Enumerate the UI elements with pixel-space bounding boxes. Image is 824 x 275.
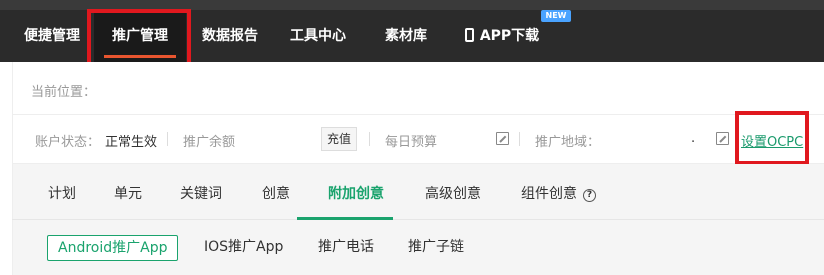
nav-item-material-library[interactable]: 素材库 [370,10,442,62]
new-badge: NEW [541,10,571,22]
tab-keyword[interactable]: 关键词 [180,183,222,217]
tab-creative[interactable]: 创意 [262,183,290,217]
region-label: 推广地域： [535,135,601,150]
nav-item-app-download[interactable]: APP下载 [452,10,552,62]
subtab-phone[interactable]: 推广电话 [318,235,374,261]
tab-unit[interactable]: 单元 [114,183,142,217]
account-status-label: 账户状态： [35,135,101,150]
region-value: . [691,131,696,146]
tab-label: 组件创意 [521,186,577,202]
tab-plan[interactable]: 计划 [48,183,76,217]
breadcrumb: 当前位置： [12,62,824,114]
subtab-android-app[interactable]: Android推广App [47,235,179,261]
edit-budget-icon[interactable] [496,132,509,145]
balance-label: 推广余额 [183,135,236,150]
recharge-button[interactable]: 充值 [321,127,357,151]
nav-item-label: APP下载 [479,28,540,44]
daily-budget-label: 每日预算 [385,135,438,150]
nav-item-tool-center[interactable]: 工具中心 [276,10,360,62]
tab-advanced-creative[interactable]: 高级创意 [425,183,481,217]
divider [167,132,168,146]
tab-divider [12,219,824,220]
divider [369,132,370,146]
edit-region-icon[interactable] [716,132,729,145]
breadcrumb-label: 当前位置： [31,85,97,100]
active-tab-underline [297,217,393,220]
tab-component-creative[interactable]: 组件创意? [521,183,596,217]
divider [519,132,520,146]
highlight-box-ocpc [735,111,809,165]
nav-item-data-report[interactable]: 数据报告 [190,10,270,62]
subtab-sublink[interactable]: 推广子链 [408,235,464,261]
account-status-bar: 账户状态： 正常生效 推广余额 充值 每日预算 推广地域： . 设置OCPC [12,114,824,164]
nav-item-quick-manage[interactable]: 便捷管理 [12,10,92,62]
help-icon[interactable]: ? [583,189,596,202]
account-status-value: 正常生效 [105,135,158,150]
subtab-ios-app[interactable]: IOS推广App [204,235,283,261]
phone-icon [464,28,474,42]
tab-extra-creative[interactable]: 附加创意 [328,183,384,217]
